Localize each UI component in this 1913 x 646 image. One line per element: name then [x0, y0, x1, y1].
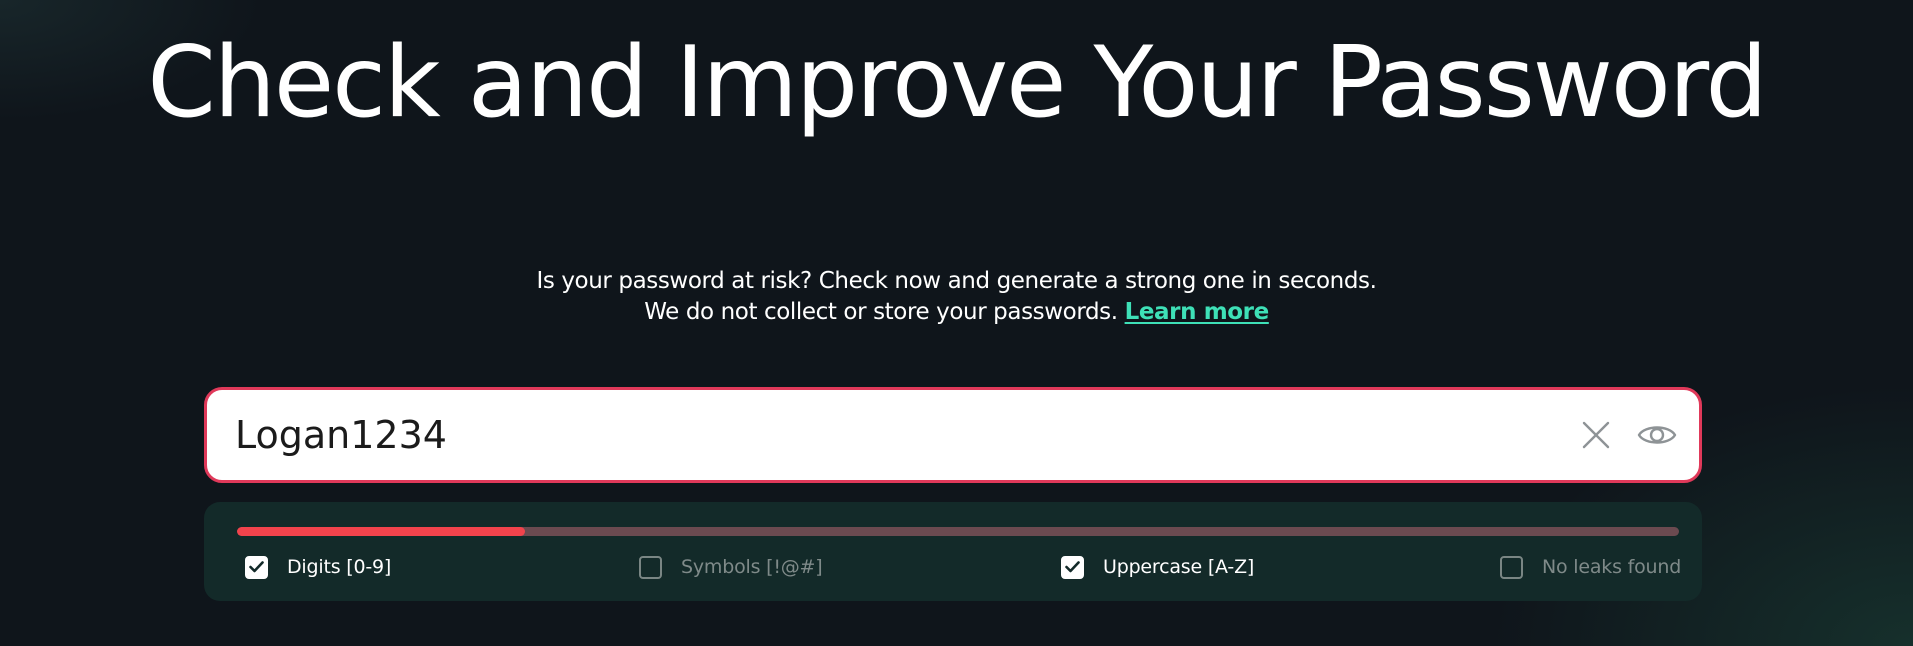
- eye-icon: [1637, 426, 1677, 444]
- criterion-symbols[interactable]: Symbols [!@#]: [639, 552, 823, 582]
- subtitle-line-1: Is your password at risk? Check now and …: [536, 268, 1377, 294]
- criterion-label: No leaks found: [1542, 556, 1682, 578]
- close-icon: [1582, 421, 1610, 449]
- criterion-checkbox[interactable]: [1061, 555, 1084, 579]
- strength-panel: Digits [0-9] Symbols [!@#] Uppercase [A-…: [204, 502, 1702, 601]
- strength-meter-fill: [237, 527, 526, 536]
- privacy-note: We do not collect or store your password…: [644, 299, 1118, 325]
- checkmark-icon: [1065, 561, 1080, 573]
- criterion-digits[interactable]: Digits [0-9]: [245, 552, 391, 582]
- password-field-container: [204, 387, 1702, 483]
- checkmark-icon: [249, 561, 264, 573]
- criterion-label: Digits [0-9]: [287, 556, 392, 578]
- criterion-checkbox[interactable]: [639, 555, 662, 579]
- toggle-visibility-button[interactable]: [1636, 417, 1678, 453]
- criterion-checkbox[interactable]: [245, 555, 268, 579]
- subtitle-line-2: We do not collect or store your password…: [0, 297, 1913, 328]
- criterion-label: Uppercase [A-Z]: [1103, 556, 1255, 578]
- strength-meter: [237, 527, 1679, 536]
- page-title: Check and Improve Your Password: [147, 26, 1767, 140]
- learn-more-link[interactable]: Learn more: [1125, 299, 1270, 325]
- criterion-label: Symbols [!@#]: [681, 556, 823, 578]
- password-input[interactable]: [235, 406, 1535, 464]
- criterion-uppercase[interactable]: Uppercase [A-Z]: [1061, 552, 1254, 582]
- hero-subtitle: Is your password at risk? Check now and …: [0, 266, 1913, 328]
- criterion-no-leaks[interactable]: No leaks found: [1500, 552, 1681, 582]
- criterion-checkbox[interactable]: [1500, 555, 1523, 579]
- clear-button[interactable]: [1578, 417, 1614, 453]
